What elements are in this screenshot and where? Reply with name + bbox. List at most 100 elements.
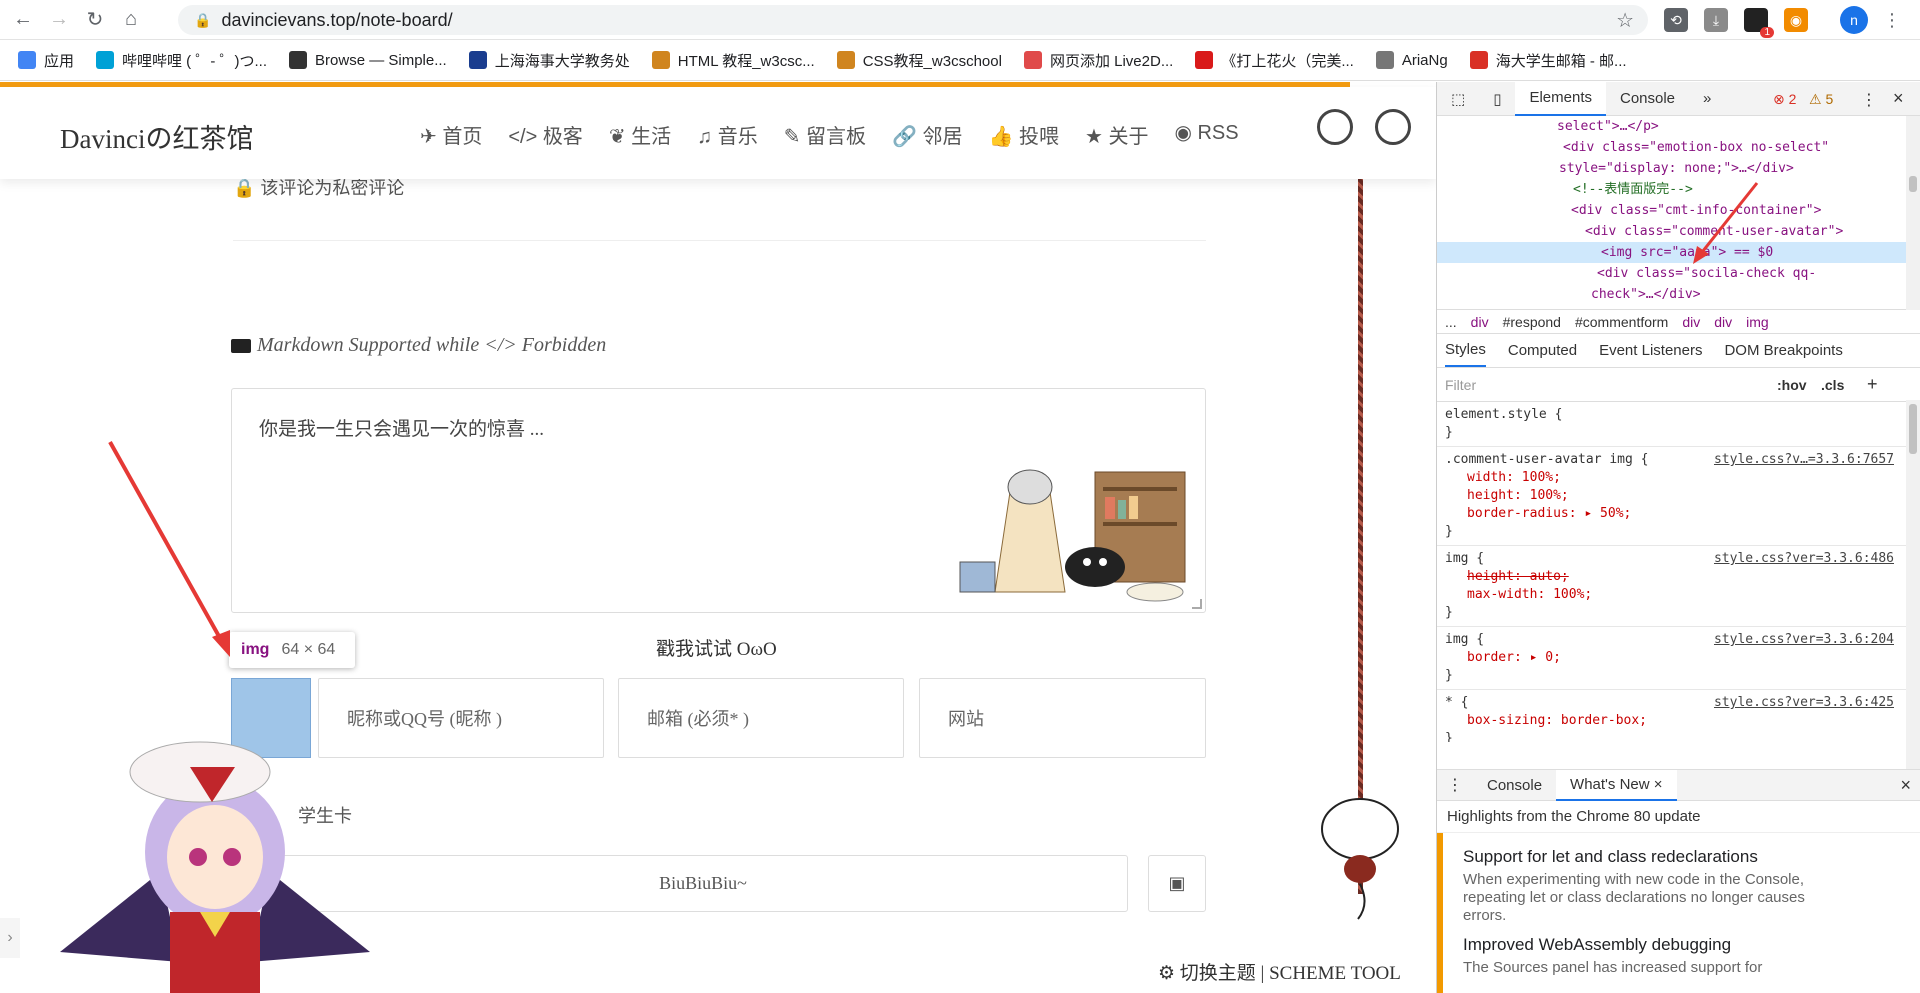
breadcrumb-item[interactable]: div	[1714, 314, 1732, 330]
nav-icon: </>	[508, 126, 543, 148]
rule-source-link[interactable]: style.css?ver=3.3.6:486	[1714, 550, 1894, 568]
cls-toggle[interactable]: .cls	[1821, 377, 1844, 393]
rule-property[interactable]: height: 100%;	[1445, 487, 1912, 505]
menu-icon[interactable]: ⋮	[1880, 8, 1904, 32]
styles-filter[interactable]: Filter :hov .cls +	[1437, 368, 1920, 402]
rule-property[interactable]: box-sizing: border-box;	[1445, 712, 1912, 730]
close-devtools-icon[interactable]: ×	[1893, 88, 1904, 109]
rule-source-link[interactable]: style.css?v…=3.3.6:7657	[1714, 451, 1894, 469]
drawer-menu-icon[interactable]: ⋮	[1437, 775, 1473, 795]
dom-node[interactable]: <div class="socila-check gravatar-	[1437, 305, 1920, 309]
warning-count[interactable]: ⚠ 5	[1809, 91, 1833, 108]
rule-property[interactable]: height: auto;	[1445, 568, 1912, 586]
bookmark-item[interactable]: 应用	[18, 50, 74, 71]
submit-button[interactable]: BiuBiuBiu~	[278, 855, 1128, 912]
back-icon[interactable]: ←	[10, 7, 36, 33]
breadcrumb-item[interactable]: img	[1746, 314, 1769, 330]
bookmark-item[interactable]: 《打上花火（完美...	[1195, 50, 1354, 71]
error-count[interactable]: ⊗ 2	[1773, 91, 1796, 108]
styles-subtab[interactable]: Styles	[1445, 334, 1486, 367]
side-toggle-icon[interactable]: ›	[0, 918, 20, 958]
dom-scrollbar[interactable]	[1906, 116, 1920, 310]
bookmark-item[interactable]: 上海海事大学教务处	[468, 50, 630, 71]
scheme-tool-button[interactable]: ⚙ 切换主题 | SCHEME TOOL	[1158, 958, 1401, 985]
notification-badge: 1	[1760, 27, 1774, 38]
dom-node[interactable]: <div class="comment-user-avatar">	[1437, 221, 1920, 242]
styles-scrollbar[interactable]	[1906, 400, 1920, 770]
user-icon[interactable]	[1375, 109, 1411, 145]
reload-icon[interactable]: ↻	[82, 7, 108, 33]
drawer-tab-console[interactable]: Console	[1473, 777, 1556, 794]
owo-emoji-toggle[interactable]: 戳我试试 OωO	[656, 634, 777, 661]
more-tabs-icon[interactable]: »	[1689, 82, 1725, 116]
resize-handle[interactable]	[1192, 599, 1202, 609]
breadcrumb-item[interactable]: div	[1682, 314, 1700, 330]
rss-icon[interactable]: ◉	[1784, 8, 1808, 32]
styles-subtab[interactable]: Computed	[1508, 342, 1577, 359]
site-logo[interactable]: Davinciの红茶馆	[60, 117, 253, 156]
nav-item[interactable]: 🔗 邻居	[892, 120, 962, 149]
bookmark-item[interactable]: Browse — Simple...	[289, 51, 447, 69]
rule-property[interactable]: max-width: 100%;	[1445, 586, 1912, 604]
breadcrumb-item[interactable]: div	[1471, 314, 1489, 330]
address-bar[interactable]: 🔒 davincievans.top/note-board/ ☆	[178, 5, 1648, 35]
download-icon[interactable]: ⤓	[1704, 8, 1728, 32]
styles-subtab[interactable]: DOM Breakpoints	[1724, 342, 1842, 359]
bookmark-item[interactable]: CSS教程_w3cschool	[836, 50, 1002, 71]
bookmark-star-icon[interactable]: ☆	[1616, 8, 1634, 33]
profile-avatar[interactable]: n	[1840, 6, 1868, 34]
rule-source-link[interactable]: style.css?ver=3.3.6:204	[1714, 631, 1894, 649]
styles-subtab[interactable]: Event Listeners	[1599, 342, 1702, 359]
bookmark-item[interactable]: 哔哩哔哩 ( ゜- ゜)つ...	[96, 50, 267, 71]
dom-node[interactable]: check">…</div>	[1437, 284, 1920, 305]
extension-badge-icon[interactable]: 1	[1744, 8, 1774, 38]
nav-item[interactable]: ♫ 音乐	[697, 120, 758, 149]
rule-selector[interactable]: element.style {	[1445, 406, 1912, 424]
bookmark-item[interactable]: AriaNg	[1375, 51, 1448, 69]
news-title[interactable]: Improved WebAssembly debugging	[1463, 935, 1920, 955]
bookmark-item[interactable]: 网页添加 Live2D...	[1023, 50, 1173, 71]
drawer-tab-whats-new[interactable]: What's New ×	[1556, 769, 1677, 801]
image-upload-button[interactable]: ▣	[1148, 855, 1206, 912]
breadcrumb-item[interactable]: ...	[1445, 314, 1457, 330]
breadcrumb-item[interactable]: #respond	[1503, 314, 1561, 330]
rule-property[interactable]: width: 100%;	[1445, 469, 1912, 487]
breadcrumb-item[interactable]: #commentform	[1575, 314, 1668, 330]
device-toolbar-icon[interactable]: ▯	[1479, 82, 1515, 116]
nav-item[interactable]: ✈ 首页	[420, 120, 482, 149]
dom-node[interactable]: select">…</p>	[1437, 116, 1920, 137]
news-title[interactable]: Support for let and class redeclarations	[1463, 847, 1920, 867]
hov-toggle[interactable]: :hov	[1777, 377, 1807, 393]
bookmark-item[interactable]: 海大学生邮箱 - 邮...	[1469, 50, 1627, 71]
devtools-menu-icon[interactable]: ⋮	[1861, 90, 1877, 110]
search-icon[interactable]	[1317, 109, 1353, 145]
dom-node[interactable]: <img src="aaaa"> == $0	[1437, 242, 1920, 263]
nav-item[interactable]: ❦ 生活	[609, 120, 671, 149]
bookmark-item[interactable]: HTML 教程_w3csc...	[651, 50, 815, 71]
nav-item[interactable]: </> 极客	[508, 120, 582, 149]
add-rule-icon[interactable]: +	[1867, 374, 1878, 395]
comment-textarea[interactable]: 你是我一生只会遇见一次的惊喜 ...	[231, 388, 1206, 613]
tab-console[interactable]: Console	[1606, 82, 1689, 116]
forward-icon[interactable]: →	[46, 7, 72, 33]
dom-node[interactable]: <!--表情面版完-->	[1437, 179, 1920, 200]
nav-item[interactable]: ★ 关于	[1085, 120, 1149, 149]
website-field[interactable]: 网站	[919, 678, 1206, 758]
dom-node[interactable]: <div class="cmt-info-container">	[1437, 200, 1920, 221]
nav-item[interactable]: ✎ 留言板	[784, 120, 866, 149]
rule-source-link[interactable]: style.css?ver=3.3.6:425	[1714, 694, 1894, 712]
rule-property[interactable]: border: ▸ 0;	[1445, 649, 1912, 667]
home-icon[interactable]: ⌂	[118, 7, 144, 33]
dom-node[interactable]: <div class="emotion-box no-select"	[1437, 137, 1920, 158]
email-field[interactable]: 邮箱 (必须* )	[618, 678, 904, 758]
close-drawer-icon[interactable]: ×	[1900, 775, 1911, 796]
dom-node[interactable]: style="display: none;">…</div>	[1437, 158, 1920, 179]
nav-item[interactable]: ◉ RSS	[1174, 120, 1238, 149]
url-text[interactable]: davincievans.top/note-board/	[221, 10, 452, 31]
tab-elements[interactable]: Elements	[1515, 81, 1606, 116]
nav-item[interactable]: 👍 投喂	[989, 120, 1059, 149]
inspect-element-icon[interactable]: ⬚	[1437, 82, 1479, 116]
dom-node[interactable]: <div class="socila-check qq-	[1437, 263, 1920, 284]
extension-icon[interactable]: ⟲	[1664, 8, 1688, 32]
rule-property[interactable]: border-radius: ▸ 50%;	[1445, 505, 1912, 523]
